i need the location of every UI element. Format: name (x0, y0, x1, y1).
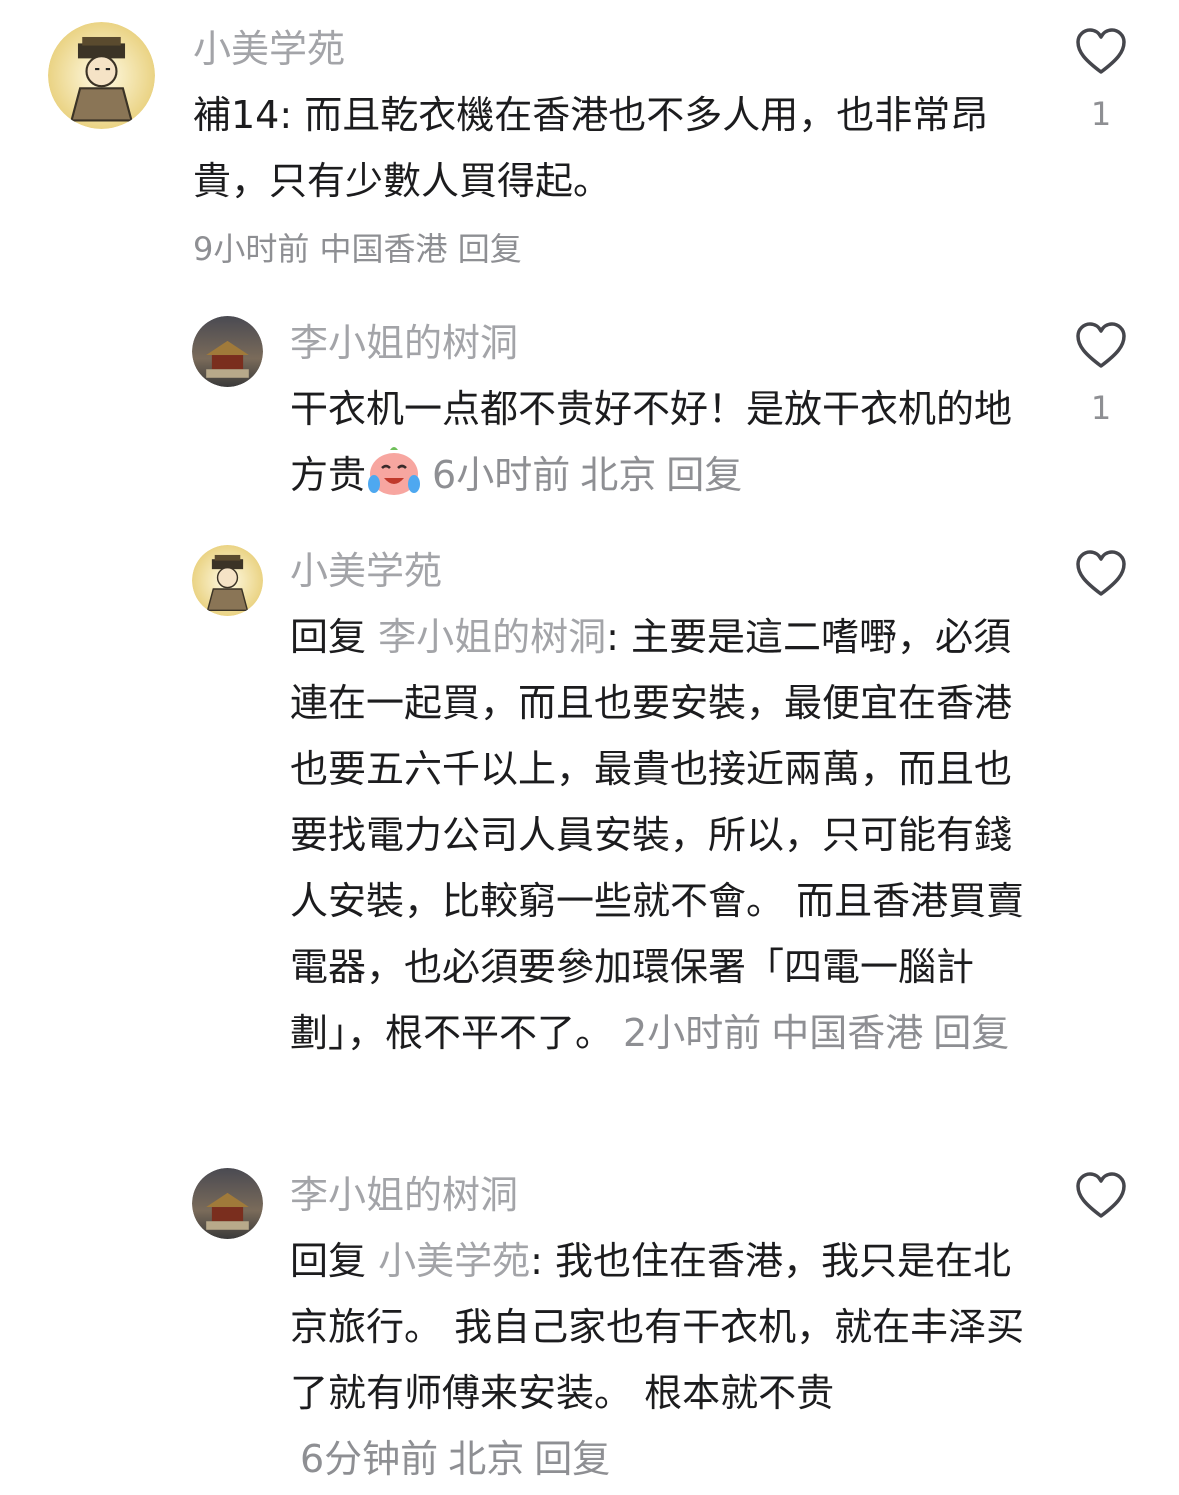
comment-time: 2小时前 (623, 1011, 762, 1055)
comment-author[interactable]: 李小姐的树洞 (290, 1170, 518, 1220)
heart-icon (1076, 322, 1126, 368)
comment-text: 干衣机一点都不贵好不好！是放干衣机的地方贵 6小时前 北京 回复 (290, 376, 1030, 508)
comment-meta: 2小时前 中国香港 回复 (623, 1011, 1019, 1055)
reply-button[interactable]: 回复 (534, 1437, 610, 1481)
reply-prefix: 回复 (290, 615, 367, 659)
palace-avatar-icon[interactable] (192, 1168, 263, 1239)
heart-icon (1076, 28, 1126, 74)
comment-time: 9小时前 (193, 230, 310, 268)
comment-location: 北京 (580, 453, 657, 497)
comment-text: 回复 李小姐的树洞: 主要是這二嗜嘢，必須連在一起買，而且也要安裝，最便宜在香港… (290, 604, 1030, 1066)
like-button[interactable] (1071, 550, 1131, 598)
comment-text-content: : 主要是這二嗜嘢，必須連在一起買，而且也要安裝，最便宜在香港也要五六千以上，最… (290, 615, 1025, 1055)
comment-author[interactable]: 李小姐的树洞 (290, 318, 518, 368)
comment-location: 北京 (448, 1437, 525, 1481)
emperor-avatar-icon[interactable] (192, 545, 263, 616)
reply-prefix: 回复 (290, 1239, 367, 1283)
reply-button[interactable]: 回复 (458, 230, 522, 268)
emperor-avatar-icon[interactable] (48, 22, 155, 129)
comment-time: 6分钟前 (300, 1437, 439, 1481)
heart-icon (1076, 550, 1126, 596)
reply-button[interactable]: 回复 (933, 1011, 1009, 1055)
comment-location: 中国香港 (771, 1011, 924, 1055)
comment-meta: 6小时前 北京 回复 (432, 453, 752, 497)
comment-author[interactable]: 小美学苑 (193, 24, 345, 74)
reply-button[interactable]: 回复 (666, 453, 742, 497)
like-count: 1 (1090, 95, 1112, 133)
mention-link[interactable]: 李小姐的树洞 (378, 615, 606, 659)
comment-text: 補14: 而且乾衣機在香港也不多人用，也非常昂貴，只有少數人買得起。 (193, 93, 989, 203)
like-count: 1 (1090, 389, 1112, 427)
crying-laughing-emoji (368, 447, 421, 495)
heart-icon (1076, 1172, 1126, 1218)
like-button[interactable] (1071, 1172, 1131, 1220)
comment-author[interactable]: 小美学苑 (290, 546, 442, 596)
palace-avatar-icon[interactable] (192, 316, 263, 387)
comment-location: 中国香港 (319, 230, 448, 268)
comment-meta: 9小时前 中国香港 回复 (193, 226, 522, 272)
comment-text: 回复 小美学苑: 我也住在香港，我只是在北京旅行。 我自己家也有干衣机，就在丰泽… (290, 1228, 1030, 1492)
mention-link[interactable]: 小美学苑 (378, 1239, 530, 1283)
comment-time: 6小时前 (432, 453, 571, 497)
like-button[interactable]: 1 (1071, 28, 1131, 134)
comment-meta: 6分钟前 北京 回复 (300, 1437, 620, 1481)
like-button[interactable]: 1 (1071, 322, 1131, 428)
